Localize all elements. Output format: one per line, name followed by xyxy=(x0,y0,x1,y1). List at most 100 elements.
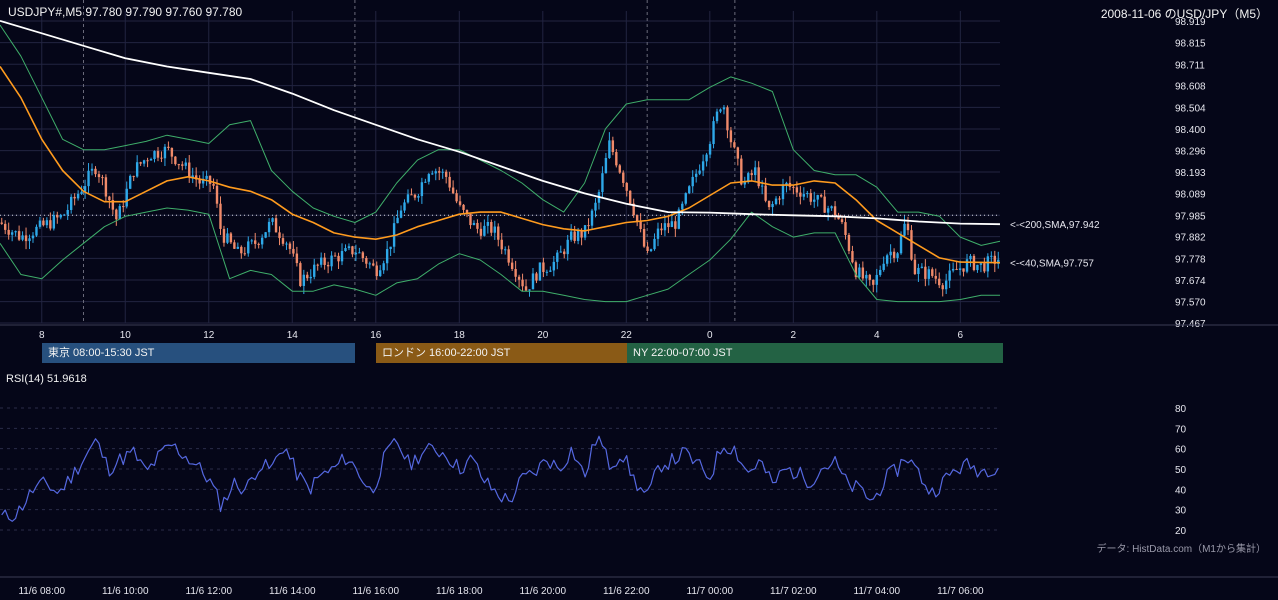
price-tick-label: 98.711 xyxy=(1175,60,1205,71)
candle-body xyxy=(760,185,764,187)
sma40-annotation: <-<40,SMA,97.757 xyxy=(1010,259,1094,270)
candle-body xyxy=(809,193,812,202)
candle-body xyxy=(240,246,243,254)
candle-body xyxy=(306,274,309,279)
price-x-tick-label: 12 xyxy=(203,330,215,341)
candle-body xyxy=(215,185,219,204)
candle-body xyxy=(97,174,101,178)
candle-body xyxy=(139,162,142,164)
candle-body xyxy=(611,140,615,153)
candle-body xyxy=(444,171,448,177)
candle-body xyxy=(483,225,486,236)
candle-body xyxy=(510,262,514,270)
candle-body xyxy=(177,164,181,166)
candle-body xyxy=(205,175,208,179)
candle-body xyxy=(604,157,608,174)
price-tick-label: 97.882 xyxy=(1175,233,1206,244)
candle-body xyxy=(14,231,17,233)
candle-body xyxy=(281,238,285,244)
candle-body xyxy=(951,268,955,271)
candle-body xyxy=(938,278,941,286)
rsi-tick-label: 60 xyxy=(1175,445,1187,456)
candle-body xyxy=(958,268,962,270)
candle-body xyxy=(899,235,903,254)
rsi-tick-label: 20 xyxy=(1175,526,1187,537)
candle-body xyxy=(326,264,330,267)
candle-body xyxy=(340,251,344,262)
candle-body xyxy=(21,235,24,240)
candle-body xyxy=(372,263,375,266)
candle-body xyxy=(719,109,722,112)
candle-body xyxy=(670,221,674,228)
candle-body xyxy=(469,213,472,226)
candle-body xyxy=(538,262,542,281)
candle-body xyxy=(115,209,118,220)
candle-body xyxy=(944,280,948,290)
candle-body xyxy=(236,246,240,249)
candle-body xyxy=(45,220,49,226)
candle-body xyxy=(948,270,951,281)
candle-body xyxy=(573,231,576,241)
candle-body xyxy=(594,202,597,211)
candle-body xyxy=(163,146,167,159)
candle-body xyxy=(889,251,892,256)
candle-body xyxy=(851,251,854,263)
candle-body xyxy=(830,206,833,209)
candle-body xyxy=(660,228,663,231)
candle-body xyxy=(24,235,28,242)
candle-body xyxy=(646,246,649,252)
rsi-tick-label: 30 xyxy=(1175,506,1187,517)
candle-body xyxy=(962,268,965,272)
candle-body xyxy=(434,171,437,174)
candle-body xyxy=(691,176,694,187)
candle-body xyxy=(4,223,7,230)
candle-body xyxy=(17,231,21,240)
price-tick-label: 98.815 xyxy=(1175,39,1206,50)
candle-body xyxy=(337,255,340,262)
candle-body xyxy=(813,199,816,202)
rsi-x-tick-label: 11/6 22:00 xyxy=(603,586,650,597)
candle-body xyxy=(170,147,174,157)
candle-body xyxy=(188,162,191,178)
candle-body xyxy=(462,204,465,210)
price-x-tick-label: 4 xyxy=(874,330,880,341)
candle-body xyxy=(990,255,993,257)
candle-body xyxy=(212,183,215,186)
candle-body xyxy=(410,194,413,196)
candle-body xyxy=(208,175,212,184)
price-x-tick-label: 0 xyxy=(707,330,713,341)
rsi-x-tick-label: 11/6 08:00 xyxy=(18,586,65,597)
candle-body xyxy=(31,235,35,239)
candle-body xyxy=(59,215,62,218)
candle-body xyxy=(642,228,646,247)
candle-body xyxy=(663,223,667,231)
rsi-tick-label: 70 xyxy=(1175,424,1187,435)
candle-body xyxy=(625,182,628,191)
candle-body xyxy=(906,223,910,231)
candle-body xyxy=(35,226,38,236)
candle-body xyxy=(861,267,865,279)
candle-body xyxy=(160,157,163,159)
candle-body xyxy=(754,167,757,176)
candle-body xyxy=(129,175,132,189)
candle-body xyxy=(184,162,187,166)
candle-body xyxy=(500,239,503,250)
rsi-x-tick-label: 11/6 10:00 xyxy=(102,586,149,597)
candle-body xyxy=(389,246,392,250)
candle-body xyxy=(49,220,52,229)
candle-body xyxy=(524,286,528,291)
candle-body xyxy=(528,289,531,291)
candle-body xyxy=(472,222,476,226)
sma200-annotation: <-<200,SMA,97.942 xyxy=(1010,220,1100,231)
candle-body xyxy=(816,195,819,200)
candle-body xyxy=(764,185,767,201)
candle-body xyxy=(934,275,937,279)
price-tick-label: 98.504 xyxy=(1175,103,1206,114)
candle-body xyxy=(986,256,990,272)
candle-body xyxy=(347,246,351,249)
candle-body xyxy=(799,192,802,197)
candle-body xyxy=(313,264,316,277)
symbol-info: USDJPY#,M5 97.780 97.790 97.760 97.780 xyxy=(8,5,243,19)
candle-body xyxy=(66,209,69,215)
candle-body xyxy=(771,204,774,208)
